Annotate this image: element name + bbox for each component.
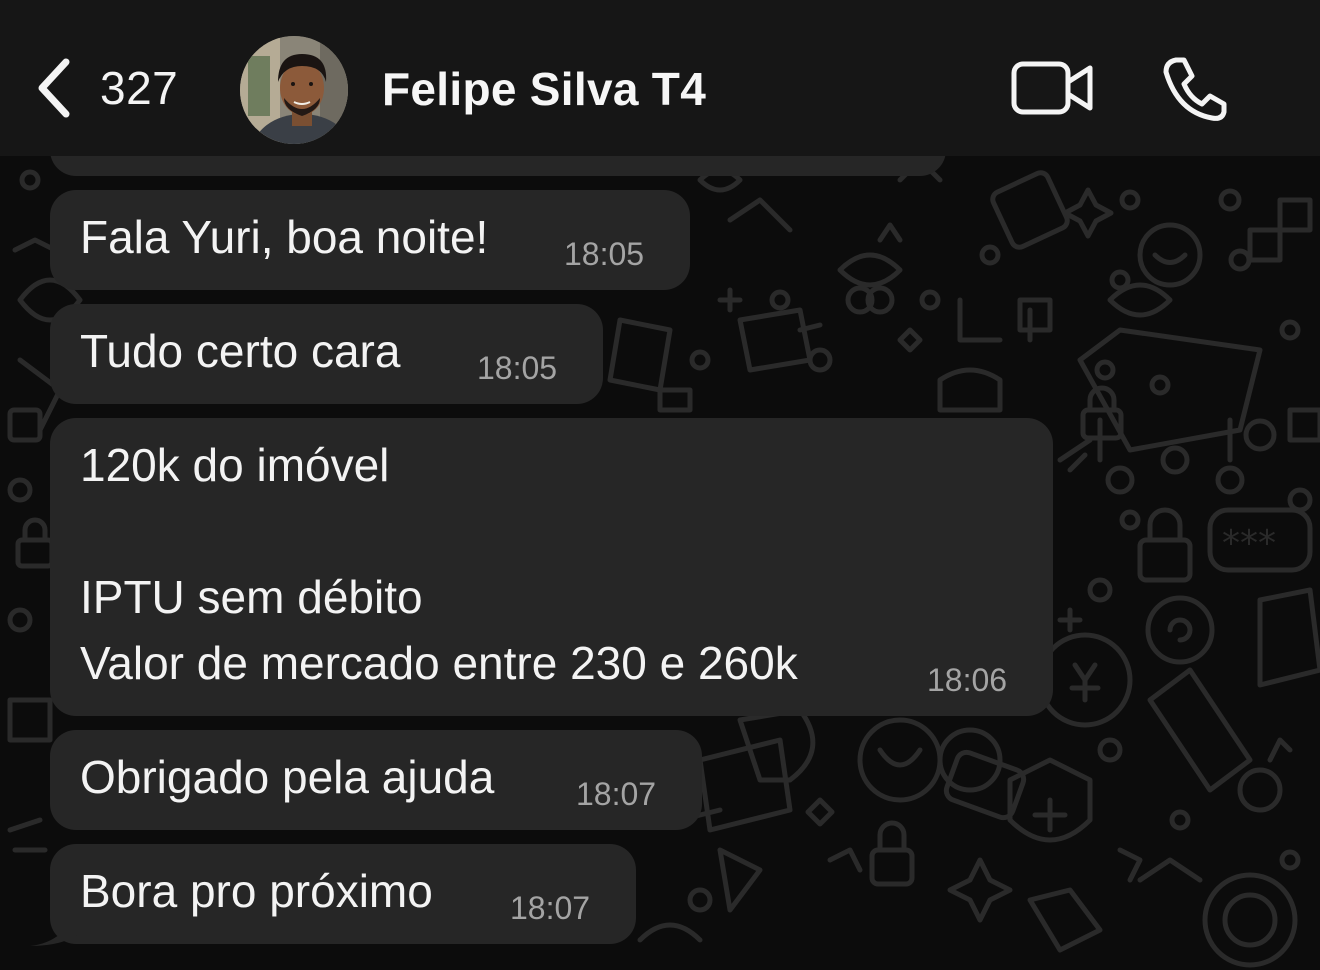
chat-screen: *** Fala Yuri, boa noite! 18:05 Tudo cer… — [0, 0, 1320, 970]
phone-icon[interactable] — [1160, 56, 1228, 122]
message-time: 18:07 — [510, 890, 591, 926]
unread-count: 327 — [100, 62, 179, 114]
message-text: Bora pro próximo — [80, 865, 433, 917]
avatar[interactable] — [240, 36, 348, 144]
message-text: Obrigado pela ajuda — [80, 751, 495, 803]
message-text: Tudo certo cara — [80, 325, 401, 377]
message-bubble[interactable]: 120k do imóvel IPTU sem débito Valor de … — [50, 418, 1053, 716]
chat-header: 327 Felipe Silva T4 — [0, 0, 1320, 156]
message-text: Fala Yuri, boa noite! — [80, 211, 489, 263]
message-text-line: Valor de mercado entre 230 e 260k — [80, 637, 798, 689]
message-time: 18:05 — [564, 236, 645, 272]
message-time: 18:05 — [477, 350, 558, 386]
message-text-line: IPTU sem débito — [80, 571, 423, 623]
back-button[interactable]: 327 — [34, 56, 178, 120]
message-time: 18:06 — [927, 662, 1008, 698]
contact-name[interactable]: Felipe Silva T4 — [382, 62, 706, 116]
message-bubble[interactable]: Fala Yuri, boa noite! 18:05 — [50, 190, 690, 290]
avatar-image — [240, 36, 348, 144]
bubble-tail — [30, 912, 82, 946]
message-time: 18:07 — [576, 776, 657, 812]
message-bubble[interactable]: Tudo certo cara 18:05 — [50, 304, 603, 404]
message-bubble[interactable]: Bora pro próximo 18:07 — [50, 844, 636, 944]
video-camera-icon[interactable] — [1010, 58, 1094, 118]
message-bubble[interactable]: Obrigado pela ajuda 18:07 — [50, 730, 702, 830]
message-text-line: 120k do imóvel — [80, 439, 390, 491]
chevron-left-icon — [38, 58, 70, 118]
